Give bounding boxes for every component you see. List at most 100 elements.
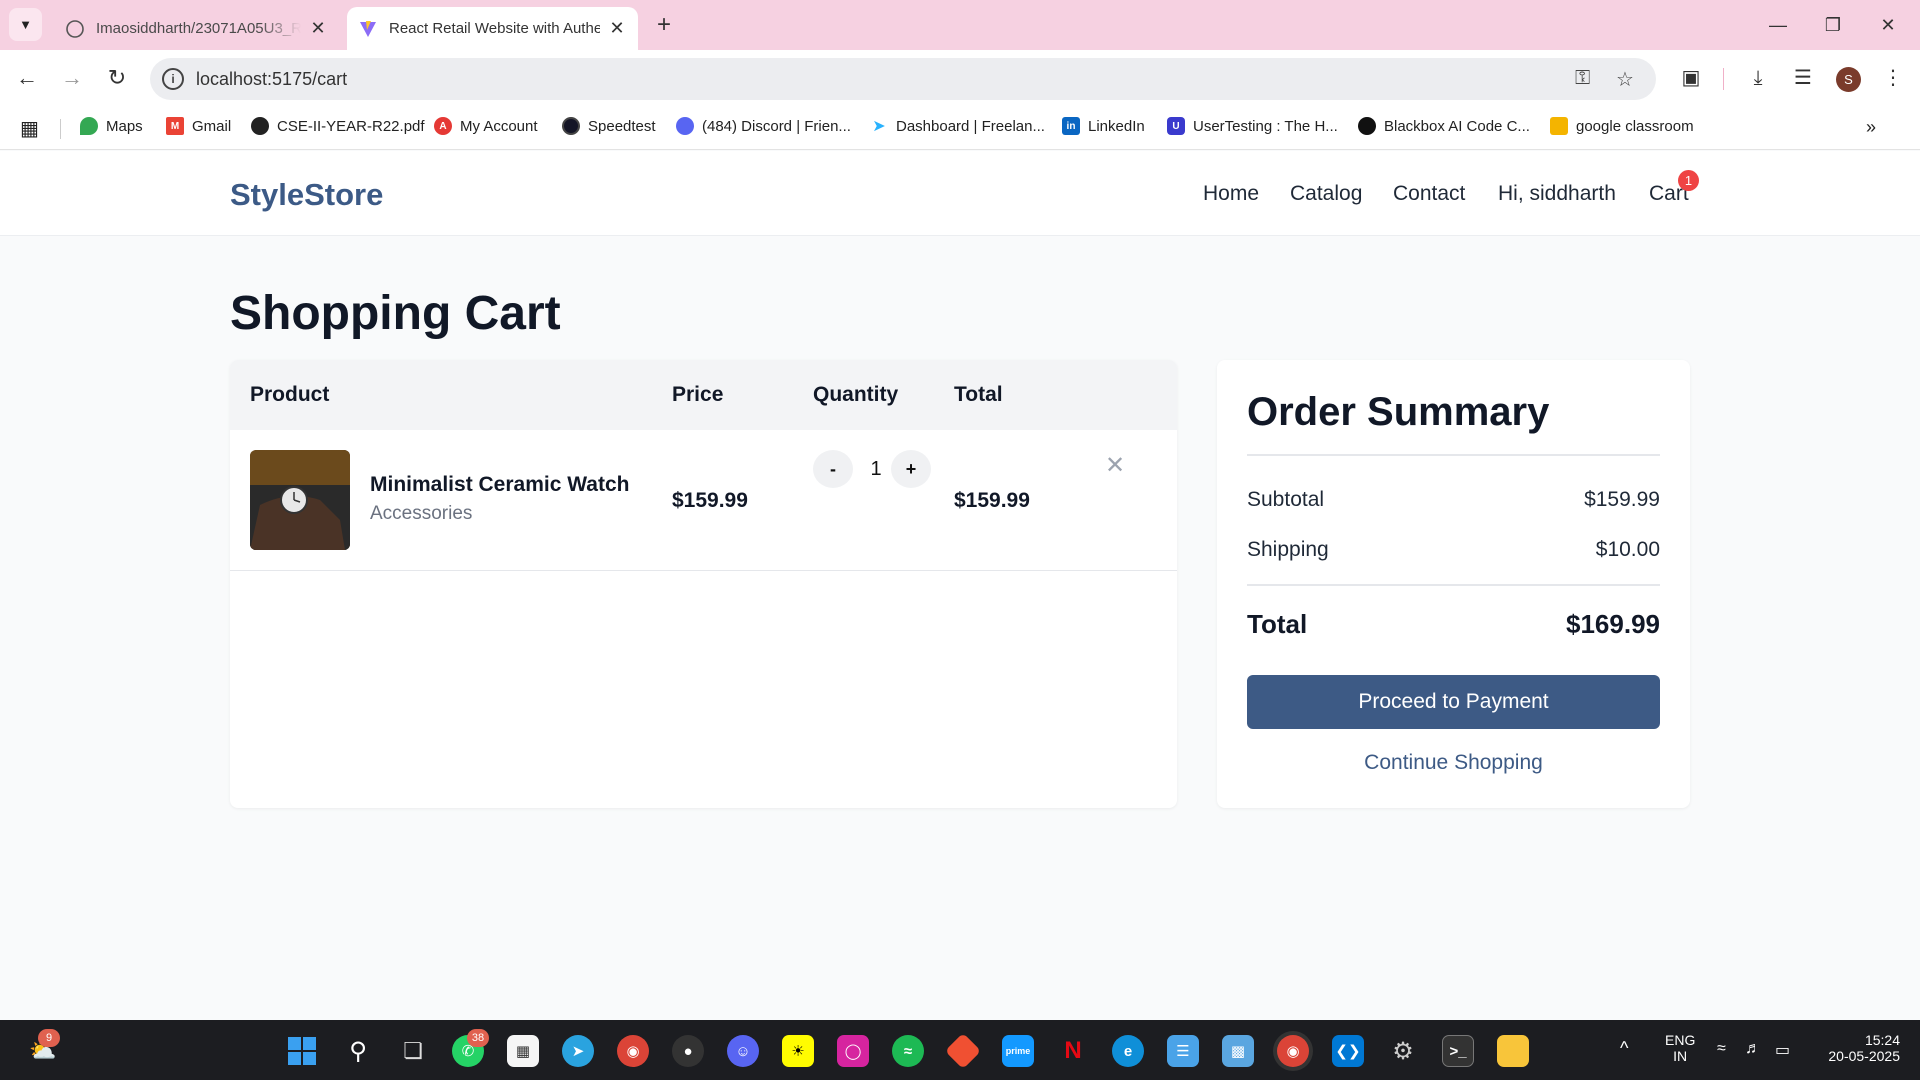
chrome-icon[interactable]: ◉ — [617, 1035, 649, 1067]
bookmark-pdf[interactable]: CSE-II-YEAR-R22.pdf — [251, 117, 425, 135]
browser-tab-strip: ▼ Imaosiddharth/23071A05U3_Re ✕ React Re… — [0, 0, 1920, 50]
account-icon: A — [434, 117, 452, 135]
cart-count-badge: 1 — [1678, 170, 1699, 191]
bookmark-usertesting[interactable]: U UserTesting : The H... — [1167, 117, 1338, 135]
forward-arrow-icon[interactable]: → — [57, 63, 87, 93]
more-bookmarks-icon[interactable]: » — [1866, 117, 1876, 138]
file-explorer-icon[interactable] — [1497, 1035, 1529, 1067]
language-indicator[interactable]: ENG IN — [1665, 1032, 1695, 1064]
spotify-icon[interactable]: ≈ — [892, 1035, 924, 1067]
restore-icon[interactable]: ❐ — [1818, 10, 1848, 40]
close-icon[interactable]: ✕ — [608, 18, 626, 39]
control-panel-icon[interactable]: ▩ — [1222, 1035, 1254, 1067]
settings-gear-icon[interactable]: ⚙ — [1387, 1035, 1419, 1067]
bookmark-label: Dashboard | Freelan... — [896, 117, 1045, 135]
vscode-icon[interactable]: ❮❯ — [1332, 1035, 1364, 1067]
product-name[interactable]: Minimalist Ceramic Watch — [370, 473, 629, 497]
bookmark-speedtest[interactable]: Speedtest — [562, 117, 656, 135]
bookmark-label: LinkedIn — [1088, 117, 1145, 135]
avatar[interactable]: S — [1836, 67, 1861, 92]
product-thumbnail[interactable] — [250, 450, 350, 550]
chrome-active-icon[interactable]: ◉ — [1277, 1035, 1309, 1067]
tab-title: Imaosiddharth/23071A05U3_Re — [96, 20, 301, 37]
reload-icon[interactable]: ↻ — [102, 63, 132, 93]
browser-tab-github[interactable]: Imaosiddharth/23071A05U3_Re ✕ — [54, 7, 339, 50]
bookmark-discord[interactable]: (484) Discord | Frien... — [676, 117, 851, 135]
battery-icon[interactable]: ▭ — [1775, 1040, 1790, 1060]
quantity-increment-button[interactable]: + — [891, 450, 931, 488]
wifi-icon[interactable]: ≈ — [1717, 1040, 1726, 1058]
windows-start-icon[interactable] — [286, 1035, 318, 1067]
bookmark-label: google classroom — [1576, 117, 1694, 135]
bookmark-star-icon[interactable]: ☆ — [1616, 67, 1634, 92]
continue-shopping-link[interactable]: Continue Shopping — [1247, 751, 1660, 775]
bookmark-gmail[interactable]: M Gmail — [166, 117, 231, 135]
kebab-menu-icon[interactable]: ⋮ — [1878, 63, 1908, 93]
total-label: Total — [1247, 609, 1308, 639]
terminal-icon[interactable]: >_ — [1442, 1035, 1474, 1067]
apps-grid-icon[interactable]: ▦ — [20, 116, 39, 141]
password-key-icon[interactable]: ⚿ — [1575, 67, 1590, 90]
bookmark-maps[interactable]: Maps — [80, 117, 143, 135]
url-text[interactable]: localhost:5175/cart — [196, 69, 347, 90]
telegram-icon[interactable]: ➤ — [562, 1035, 594, 1067]
address-bar[interactable]: i localhost:5175/cart ⚿ ☆ — [150, 58, 1656, 100]
remove-item-icon[interactable]: ✕ — [1103, 454, 1127, 478]
bookmark-blackbox[interactable]: Blackbox AI Code C... — [1358, 117, 1530, 135]
store-icon[interactable]: ▦ — [507, 1035, 539, 1067]
blackbox-icon — [1358, 117, 1376, 135]
proceed-to-payment-button[interactable]: Proceed to Payment — [1247, 675, 1660, 729]
media-control-icon[interactable]: ☰ — [1788, 63, 1818, 93]
bookmark-my-account[interactable]: A My Account — [434, 117, 538, 135]
quantity-decrement-button[interactable]: - — [813, 450, 853, 488]
discord-icon[interactable]: ☺ — [727, 1035, 759, 1067]
weather-badge: 9 — [38, 1029, 60, 1047]
search-icon[interactable]: ⚲ — [342, 1035, 374, 1067]
notepad-icon[interactable]: ☰ — [1167, 1035, 1199, 1067]
order-summary-card: Order Summary Subtotal $159.99 Shipping … — [1217, 360, 1690, 808]
github-desktop-icon[interactable]: ● — [672, 1035, 704, 1067]
git-icon[interactable] — [944, 1032, 982, 1070]
close-icon[interactable]: ✕ — [309, 18, 327, 39]
github-icon — [66, 19, 84, 38]
tab-search-button[interactable]: ▼ — [9, 8, 42, 41]
volume-icon[interactable]: ♬ — [1745, 1040, 1761, 1058]
screenshot-icon[interactable]: ▣ — [1676, 63, 1706, 93]
task-view-icon[interactable]: ❏ — [397, 1035, 429, 1067]
nav-contact[interactable]: Contact — [1393, 182, 1465, 206]
edge-icon[interactable]: e — [1112, 1035, 1144, 1067]
bookmark-label: Maps — [106, 117, 143, 135]
bookmark-freelancer[interactable]: ➤ Dashboard | Freelan... — [870, 117, 1045, 136]
minimize-icon[interactable]: — — [1763, 10, 1793, 40]
window-close-icon[interactable]: ✕ — [1873, 10, 1903, 40]
subtotal-label: Subtotal — [1247, 488, 1325, 511]
nav-home[interactable]: Home — [1203, 182, 1259, 206]
bookmark-linkedin[interactable]: in LinkedIn — [1062, 117, 1145, 135]
cart-table-header: Product Price Quantity Total — [230, 360, 1177, 430]
windows-taskbar: ⛅ 9 ⚲ ❏ ✆ 38 ▦ ➤ ◉ ● ☺ ☀ ◯ ≈ prime N e ☰… — [0, 1020, 1920, 1080]
download-icon[interactable]: ⤓ — [1743, 63, 1773, 93]
linkedin-icon: in — [1062, 117, 1080, 135]
site-logo[interactable]: StyleStore — [230, 177, 383, 213]
back-arrow-icon[interactable]: ← — [12, 63, 42, 93]
snapchat-icon[interactable]: ☀ — [782, 1035, 814, 1067]
gmail-icon: M — [166, 117, 184, 135]
netflix-icon[interactable]: N — [1057, 1035, 1089, 1067]
bookmark-label: Blackbox AI Code C... — [1384, 117, 1530, 135]
instagram-icon[interactable]: ◯ — [837, 1035, 869, 1067]
column-header-total: Total — [954, 383, 1003, 406]
column-header-quantity: Quantity — [813, 383, 899, 406]
nav-user-greeting[interactable]: Hi, siddharth — [1498, 182, 1616, 206]
shipping-label: Shipping — [1247, 538, 1329, 561]
bookmark-classroom[interactable]: google classroom — [1550, 117, 1694, 135]
new-tab-button[interactable]: + — [650, 11, 678, 39]
bookmark-label: My Account — [460, 117, 538, 135]
nav-catalog[interactable]: Catalog — [1290, 182, 1362, 206]
clock[interactable]: 15:24 20-05-2025 — [1815, 1032, 1900, 1064]
column-header-product: Product — [250, 383, 330, 406]
browser-tab-active[interactable]: React Retail Website with Authe ✕ — [347, 7, 638, 50]
site-info-icon[interactable]: i — [162, 68, 184, 90]
tray-chevron-up-icon[interactable]: ^ — [1620, 1038, 1628, 1059]
clock-date: 20-05-2025 — [1828, 1048, 1900, 1064]
prime-video-icon[interactable]: prime — [1002, 1035, 1034, 1067]
